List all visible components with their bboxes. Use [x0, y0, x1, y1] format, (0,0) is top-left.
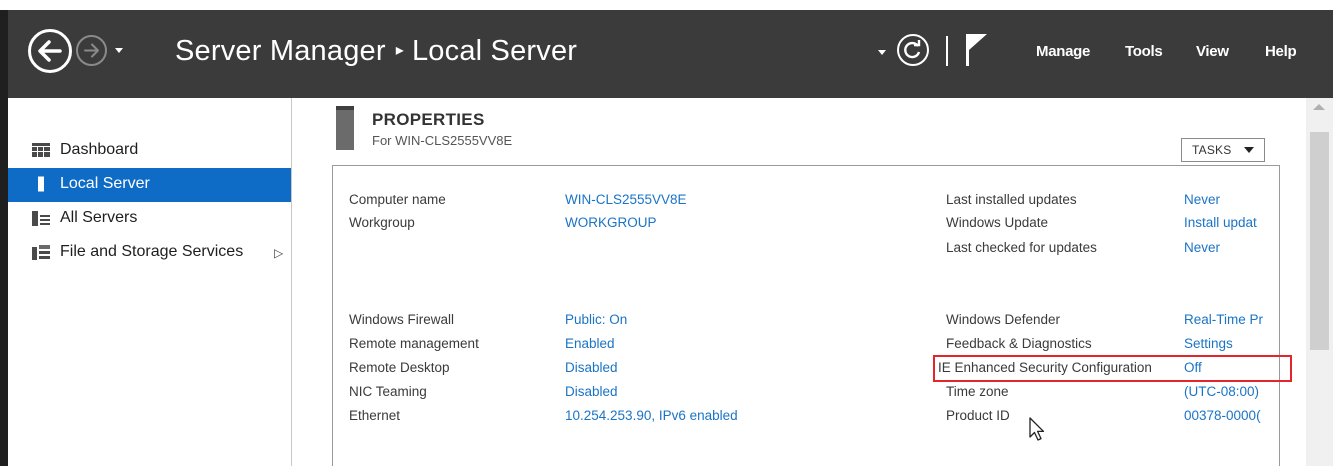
breadcrumb-current: Local Server: [411, 35, 578, 67]
server-manager-window: Server Manager ▸ Local Server Manage Tools…: [8, 10, 1333, 466]
properties-panel: Computer name WIN-CLS2555VV8E Workgroup …: [332, 165, 1292, 466]
remote-desktop-link[interactable]: Disabled: [565, 360, 618, 375]
computer-name-link[interactable]: WIN-CLS2555VV8E: [565, 192, 687, 207]
sidebar-item-local-server[interactable]: Local Server: [8, 168, 291, 202]
property-label: Windows Defender: [946, 312, 1061, 327]
last-checked-updates-link[interactable]: Never: [1184, 240, 1280, 255]
windows-defender-link[interactable]: Real-Time Pr: [1184, 312, 1280, 327]
property-label: Last checked for updates: [946, 240, 1097, 255]
scrollbar-thumb[interactable]: [1310, 132, 1329, 350]
window-left-edge: [0, 10, 8, 466]
menu-view[interactable]: View: [1196, 43, 1229, 60]
history-dropdown-icon[interactable]: [112, 43, 126, 57]
menu-manage[interactable]: Manage: [1036, 43, 1090, 60]
back-button[interactable]: [28, 29, 72, 73]
ethernet-link[interactable]: 10.254.253.90, IPv6 enabled: [565, 408, 738, 423]
forward-button[interactable]: [76, 35, 107, 66]
storage-icon: [32, 245, 50, 260]
servers-icon: [32, 211, 50, 226]
property-label: Computer name: [349, 192, 446, 207]
nic-teaming-link[interactable]: Disabled: [565, 384, 618, 399]
tasks-dropdown[interactable]: TASKS: [1181, 138, 1265, 162]
sidebar-item-dashboard[interactable]: Dashboard: [8, 134, 291, 168]
last-installed-updates-link[interactable]: Never: [1184, 192, 1280, 207]
property-label: Remote Desktop: [349, 360, 450, 375]
property-label: Remote management: [349, 336, 479, 351]
tasks-label: TASKS: [1192, 143, 1232, 157]
properties-section: PROPERTIES For WIN-CLS2555VV8E TASKS Com…: [292, 98, 1306, 466]
refresh-dropdown-icon[interactable]: [876, 46, 888, 58]
menu-tools[interactable]: Tools: [1125, 43, 1163, 60]
workgroup-link[interactable]: WORKGROUP: [565, 215, 657, 230]
sidebar-item-all-servers[interactable]: All Servers: [8, 202, 291, 236]
section-subtitle: For WIN-CLS2555VV8E: [372, 133, 513, 148]
windows-update-link[interactable]: Install updat: [1184, 215, 1280, 230]
mouse-cursor-icon: [1029, 417, 1045, 441]
property-label: Workgroup: [349, 215, 415, 230]
sidebar-item-label: Dashboard: [60, 141, 139, 158]
feedback-diagnostics-link[interactable]: Settings: [1184, 336, 1280, 351]
arrow-left-icon: [38, 40, 62, 62]
property-label: Time zone: [946, 384, 1009, 399]
sidebar-item-label: Local Server: [60, 175, 150, 192]
server-icon: [38, 176, 44, 192]
vertical-scrollbar[interactable]: [1306, 98, 1333, 466]
scroll-up-icon[interactable]: [1313, 104, 1325, 110]
time-zone-link[interactable]: (UTC-08:00): [1184, 384, 1280, 399]
sidebar-item-file-storage[interactable]: File and Storage Services ▷: [8, 236, 291, 270]
windows-firewall-link[interactable]: Public: On: [565, 312, 627, 327]
property-label: Windows Firewall: [349, 312, 455, 327]
sidebar-item-label: All Servers: [60, 209, 138, 226]
arrow-right-icon: [84, 43, 99, 58]
title-bar: Server Manager ▸ Local Server Manage Tools…: [8, 10, 1333, 98]
property-label: NIC Teaming: [349, 384, 427, 399]
sidebar-item-label: File and Storage Services: [60, 243, 244, 260]
breadcrumb-separator: ▸: [395, 42, 404, 59]
property-label: Last installed updates: [946, 192, 1077, 207]
menu-help[interactable]: Help: [1265, 43, 1297, 60]
notifications-flag-icon[interactable]: [963, 32, 989, 68]
highlight-box: [933, 355, 1292, 382]
header-divider: [946, 36, 948, 66]
app-name: Server Manager: [175, 35, 386, 67]
page-title: Server Manager ▸ Local Server: [175, 35, 577, 68]
product-id-link[interactable]: 00378-0000(: [1184, 408, 1280, 423]
chevron-down-icon: [1244, 147, 1254, 153]
property-label: Windows Update: [946, 215, 1049, 230]
server-tile-icon: [336, 106, 354, 150]
property-label: Feedback & Diagnostics: [946, 336, 1092, 351]
section-title: PROPERTIES: [372, 110, 485, 129]
property-label: Ethernet: [349, 408, 401, 423]
sidebar: Dashboard Local Server All Servers File …: [8, 98, 292, 466]
property-label: Product ID: [946, 408, 1010, 423]
refresh-icon: [904, 40, 921, 59]
expand-arrow-icon[interactable]: ▷: [274, 246, 283, 260]
refresh-button[interactable]: [897, 34, 929, 66]
dashboard-icon: [32, 143, 50, 157]
remote-management-link[interactable]: Enabled: [565, 336, 615, 351]
